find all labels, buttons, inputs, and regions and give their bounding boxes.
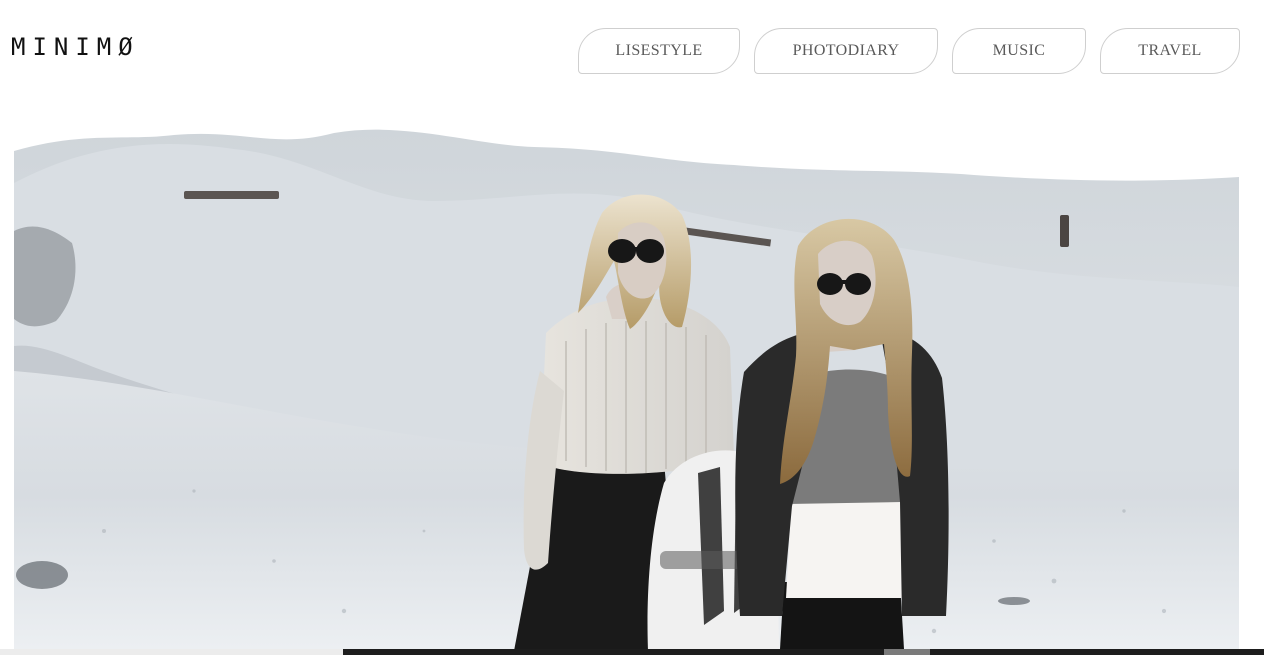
main-navigation: LISESTYLE PHOTODIARY MUSIC TRAVEL [578,28,1240,74]
nav-item-travel[interactable]: TRAVEL [1100,28,1240,74]
page: MINIMØ LISESTYLE PHOTODIARY MUSIC TRAVEL [0,0,1264,655]
nav-item-photodiary[interactable]: PHOTODIARY [754,28,938,74]
site-logo[interactable]: MINIMØ [11,33,140,61]
hero-illustration [14,111,1239,649]
nav-item-lisestyle[interactable]: LISESTYLE [578,28,740,74]
bottom-left-strip [0,649,343,655]
nav-item-music[interactable]: MUSIC [952,28,1086,74]
bottom-scrollbar[interactable] [343,649,1264,655]
hero-image [14,111,1239,649]
scrollbar-thumb[interactable] [884,649,930,655]
